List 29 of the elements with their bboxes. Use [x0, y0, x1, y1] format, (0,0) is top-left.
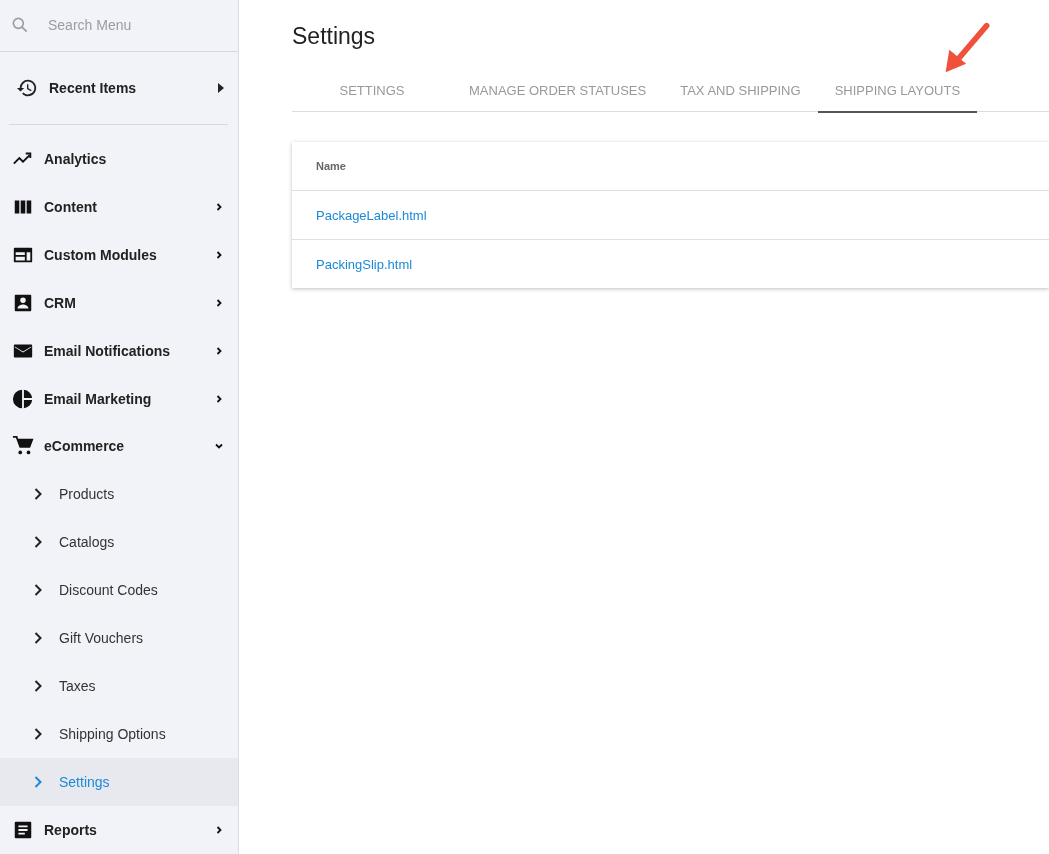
submenu-item[interactable]: Taxes: [0, 662, 238, 711]
submenu-item[interactable]: Discount Codes: [0, 566, 238, 615]
sidebar-item[interactable]: Content: [0, 182, 238, 231]
chevron-icon: [33, 775, 43, 789]
chevron-icon: [33, 631, 43, 646]
sidebar-item[interactable]: Reports: [0, 806, 238, 854]
pie-icon: [12, 387, 34, 410]
column-header: Name: [316, 160, 346, 172]
submenu-item[interactable]: Gift Vouchers: [0, 614, 238, 663]
submenu-item[interactable]: Products: [0, 470, 238, 519]
sidebar-item[interactable]: Custom Modules: [0, 230, 238, 279]
page-title: Settings: [292, 23, 377, 50]
file-link[interactable]: PackageLabel.html: [316, 207, 427, 223]
chevron-icon: [33, 727, 43, 742]
sidebar-item[interactable]: Analytics: [0, 134, 238, 183]
search-field[interactable]: Search Menu: [46, 16, 210, 35]
sidebar-item[interactable]: Email Notifications: [0, 326, 238, 375]
file-link[interactable]: PackingSlip.html: [316, 256, 413, 272]
chevron-icon: [33, 487, 43, 502]
chevron-icon: [33, 583, 43, 598]
caret-icon: [218, 82, 224, 93]
sidebar-item[interactable]: CRM: [0, 278, 238, 327]
chevron-icon: [33, 535, 43, 550]
sidebar-item[interactable]: Email Marketing: [0, 374, 238, 423]
chevron-icon: [33, 679, 43, 694]
submenu-item[interactable]: Catalogs: [0, 518, 238, 567]
sidebar-item[interactable]: eCommerce: [0, 422, 238, 471]
submenu-item[interactable]: Shipping Options: [0, 710, 238, 759]
recent-items-item[interactable]: Recent Items: [0, 51, 238, 124]
